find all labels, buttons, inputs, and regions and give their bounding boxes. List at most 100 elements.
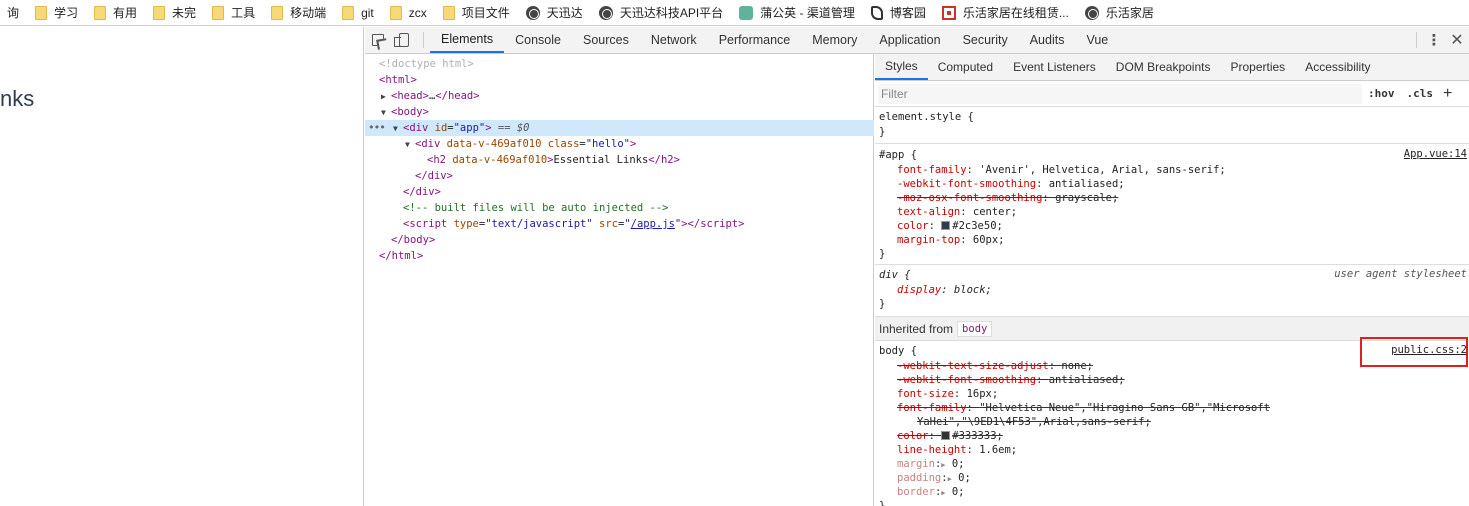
collapse-arrow-icon[interactable]: ▼ (405, 137, 415, 153)
tab-security[interactable]: Security (952, 27, 1019, 53)
inherited-node-link[interactable]: body (957, 320, 993, 337)
page-viewport: nks (0, 27, 364, 506)
tree-node-body[interactable]: ▼ <body> (365, 104, 874, 120)
color-swatch[interactable] (941, 221, 951, 230)
bookmark-item[interactable]: 博客园 (864, 0, 935, 25)
rule-div[interactable]: div { user agent stylesheet display: blo… (875, 265, 1469, 317)
tab-properties[interactable]: Properties (1220, 54, 1295, 80)
tab-application[interactable]: Application (868, 27, 951, 53)
tab-network[interactable]: Network (640, 27, 708, 53)
add-rule-icon[interactable]: + (1439, 85, 1456, 103)
inspect-icon[interactable] (365, 27, 391, 53)
bookmark-item[interactable]: 天迅达 (519, 0, 592, 25)
tree-node-head[interactable]: ▶ <head>…</head> (365, 88, 874, 104)
more-dots-icon[interactable]: ••• (368, 120, 386, 136)
bookmark-item[interactable]: 项目文件 (436, 0, 519, 25)
css-declaration-shorthand[interactable]: padding:▶ 0; (897, 471, 971, 485)
css-declaration[interactable]: margin-top: 60px; (897, 233, 1004, 247)
bookmark-label: 天迅达科技API平台 (619, 6, 724, 20)
devtools-tabbar: Elements Console Sources Network Perform… (365, 27, 1469, 54)
css-declaration-shorthand[interactable]: margin:▶ 0; (897, 457, 964, 471)
css-declaration[interactable]: text-align: center; (897, 205, 1017, 219)
bookmark-item[interactable]: 有用 (87, 0, 146, 25)
rule-source-link[interactable]: App.vue:14 (1404, 148, 1467, 160)
script-src-link[interactable]: /app.js (631, 218, 675, 230)
styles-rules: element.style { } #app { App.vue:14 font… (875, 107, 1469, 506)
color-swatch[interactable] (941, 431, 951, 440)
tab-computed[interactable]: Computed (928, 54, 1003, 80)
globe-icon (1084, 5, 1099, 20)
css-declaration-overridden[interactable]: -moz-osx-font-smoothing: grayscale; (897, 191, 1118, 205)
tree-node-html[interactable]: <html> (365, 72, 874, 88)
tree-node-comment[interactable]: <!-- built files will be auto injected -… (365, 200, 874, 216)
bookmark-item[interactable]: 询 (0, 0, 28, 25)
rule-app[interactable]: #app { App.vue:14 font-family: 'Avenir',… (875, 144, 1469, 265)
rule-close-brace: } (879, 126, 886, 138)
close-icon[interactable]: ✕ (1445, 30, 1469, 50)
tab-accessibility[interactable]: Accessibility (1295, 54, 1380, 80)
bookmark-item[interactable]: 学习 (28, 0, 87, 25)
tree-node-doctype[interactable]: <!doctype html> (365, 56, 874, 72)
tree-node-script[interactable]: <script type="text/javascript" src="/app… (365, 216, 874, 232)
css-declaration-overridden[interactable]: color: #333333; (897, 429, 1003, 443)
bookmark-item[interactable]: 蒲公英 - 渠道管理 (732, 0, 864, 25)
bookmark-label: 工具 (231, 6, 256, 20)
tab-console[interactable]: Console (504, 27, 572, 53)
css-declaration[interactable]: line-height: 1.6em; (897, 443, 1017, 457)
css-declaration-shorthand[interactable]: border:▶ 0; (897, 485, 964, 499)
tab-dom-breakpoints[interactable]: DOM Breakpoints (1106, 54, 1221, 80)
css-declaration-overridden[interactable]: -webkit-font-smoothing: antialiased; (897, 373, 1125, 387)
tree-node-div-hello[interactable]: ▼ <div data-v-469af010 class="hello"> (365, 136, 874, 152)
tree-node-div-close[interactable]: </div> (365, 168, 874, 184)
bookmark-item[interactable]: 未完 (146, 0, 205, 25)
bookmark-label: 学习 (54, 6, 79, 20)
bookmark-item[interactable]: 乐活家居在线租赁... (935, 0, 1078, 25)
folder-icon (442, 5, 455, 20)
tab-event-listeners[interactable]: Event Listeners (1003, 54, 1106, 80)
tab-styles[interactable]: Styles (875, 54, 928, 80)
tab-vue[interactable]: Vue (1075, 27, 1119, 53)
expand-arrow-icon[interactable]: ▶ (948, 475, 952, 483)
bookmark-label: 天迅达 (546, 6, 583, 20)
more-icon[interactable]: ⋮ (1423, 31, 1445, 49)
expand-arrow-icon[interactable]: ▶ (941, 461, 945, 469)
rule-element-style[interactable]: element.style { } (875, 107, 1469, 144)
bookmark-item[interactable]: 工具 (205, 0, 264, 25)
leaf-icon (739, 5, 754, 20)
bookmark-item[interactable]: 乐活家居 (1078, 0, 1163, 25)
css-declaration[interactable]: color: #2c3e50; (897, 219, 1003, 233)
tab-elements[interactable]: Elements (430, 27, 505, 53)
tab-performance[interactable]: Performance (708, 27, 802, 53)
hov-toggle-button[interactable]: :hov (1362, 87, 1401, 100)
folder-icon (35, 5, 48, 20)
css-declaration[interactable]: -webkit-font-smoothing: antialiased; (897, 177, 1125, 191)
css-declaration[interactable]: display: block; (897, 283, 992, 297)
tab-sources[interactable]: Sources (572, 27, 640, 53)
tree-node-div-close[interactable]: </div> (365, 184, 874, 200)
expand-arrow-icon[interactable]: ▶ (941, 489, 945, 497)
styles-filter-input[interactable] (878, 83, 1362, 104)
collapse-arrow-icon[interactable]: ▼ (393, 121, 403, 137)
bookmark-item[interactable]: git (335, 0, 383, 25)
tree-node-body-close[interactable]: </body> (365, 232, 874, 248)
device-toggle-icon[interactable] (391, 27, 417, 53)
css-declaration[interactable]: font-size: 16px; (897, 387, 998, 401)
elements-tree: <!doctype html> <html> ▶ <head>…</head> ▼… (365, 54, 874, 506)
css-declaration-overridden[interactable]: font-family: "Helvetica Neue","Hiragino … (897, 401, 1270, 415)
css-declaration-overridden[interactable]: -webkit-text-size-adjust: none; (897, 359, 1093, 373)
le-icon (941, 5, 956, 20)
bookmark-label: git (361, 5, 374, 20)
collapse-arrow-icon[interactable]: ▼ (381, 105, 391, 121)
tree-node-div-app[interactable]: ••• ▼ <div id="app"> == $0 (365, 120, 874, 136)
cls-toggle-button[interactable]: .cls (1401, 87, 1440, 100)
globe-icon (598, 5, 613, 20)
tree-node-h2[interactable]: <h2 data-v-469af010>Essential Links</h2> (365, 152, 874, 168)
tree-node-html-close[interactable]: </html> (365, 248, 874, 264)
bookmark-item[interactable]: zcx (383, 0, 436, 25)
expand-arrow-icon[interactable]: ▶ (381, 89, 391, 105)
css-declaration[interactable]: font-family: 'Avenir', Helvetica, Arial,… (897, 163, 1226, 177)
bookmark-item[interactable]: 天迅达科技API平台 (592, 0, 732, 25)
tab-memory[interactable]: Memory (801, 27, 868, 53)
bookmark-item[interactable]: 移动端 (264, 0, 335, 25)
tab-audits[interactable]: Audits (1019, 27, 1076, 53)
